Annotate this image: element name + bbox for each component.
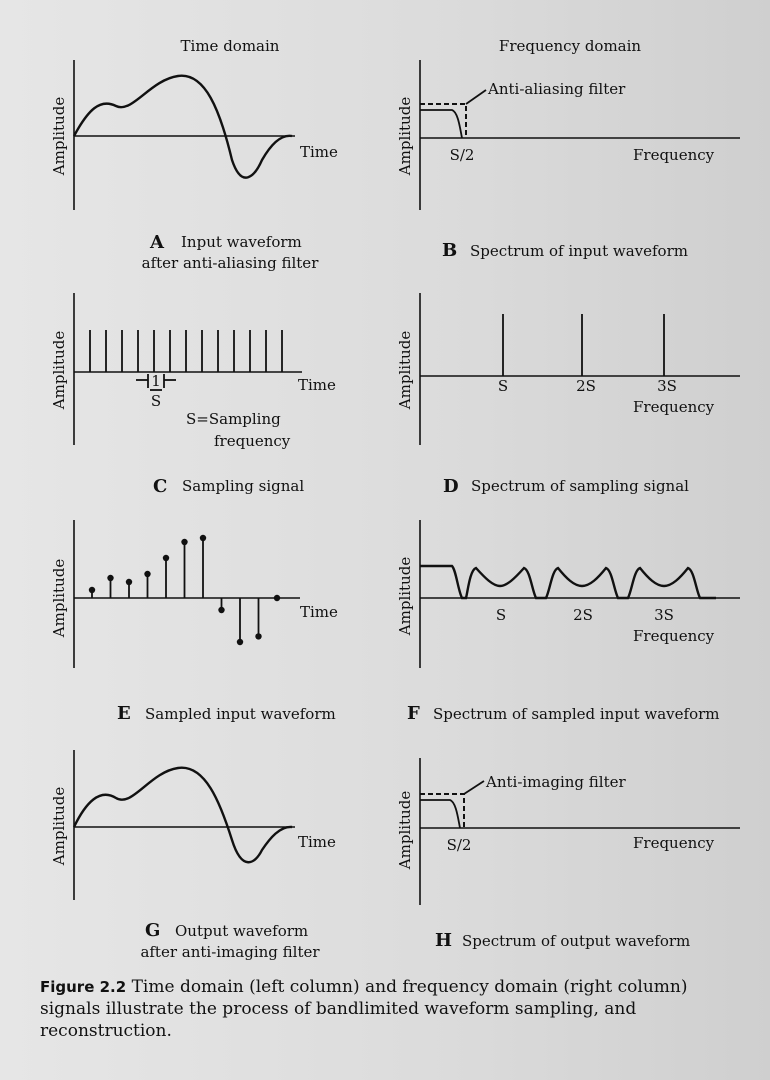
panel-b-y-label: Amplitude [396,97,414,177]
panel-f-tick-2s: 2S [573,606,593,624]
anti-aliasing-label: Anti-aliasing filter [487,80,626,98]
panel-a-caption-line1: Input waveform [181,233,302,251]
panel-c: Amplitude Time 1 S S=Sampling frequency … [50,293,336,497]
sampled-spectrum-images [420,564,716,600]
interval-denominator: S [151,392,161,410]
figure-caption: Figure 2.2 Time domain (left column) and… [40,976,740,1042]
time-domain-header: Time domain [181,37,280,55]
panel-b-caption: Spectrum of input waveform [470,242,688,260]
panel-c-x-label: Time [298,376,336,394]
panel-g: Amplitude Time G Output waveform after a… [50,750,336,961]
panel-g-y-label: Amplitude [50,787,68,867]
panel-f-caption: Spectrum of sampled input waveform [433,705,720,723]
anti-aliasing-pointer [465,89,487,105]
panel-h-x-label: Frequency [633,834,715,852]
panel-e-letter: E [117,703,131,724]
sample-dot [273,594,281,602]
sample-dot [181,538,188,546]
panel-h-caption: Spectrum of output waveform [462,932,690,950]
panel-d-tick-s: S [498,377,508,395]
panel-f-x-label: Frequency [633,627,715,645]
input-waveform [72,74,293,179]
panel-b: Frequency domain Anti-aliasing filter Am… [396,37,740,261]
panel-d-tick-3s: 3S [657,377,677,395]
panel-b-letter: B [442,240,457,261]
figure-caption-text: Time domain (left column) and frequency … [40,977,688,1041]
sample-dot [144,570,151,578]
sample-dot [162,554,170,562]
sampling-definition-line2: frequency [214,432,291,450]
sample-dot [255,633,262,640]
panel-f: Amplitude S 2S 3S Frequency F Spectrum o… [396,520,740,724]
panel-e-y-label: Amplitude [50,559,68,639]
panel-d-letter: D [443,476,459,497]
panel-f-y-label: Amplitude [396,557,414,637]
output-waveform [72,766,293,864]
panel-h-y-label: Amplitude [396,791,414,871]
figure-diagram: Time domain Amplitude Time A Input wavef… [50,37,740,961]
sample-dot [88,586,96,594]
panel-h-s2-marker: S/2 [447,836,472,854]
panel-f-letter: F [407,703,420,724]
anti-imaging-label: Anti-imaging filter [485,773,626,791]
interval-numerator: 1 [151,372,161,390]
sample-dot [199,534,207,542]
panel-h: Anti-imaging filter Amplitude S/2 Freque… [396,758,740,951]
panel-g-x-label: Time [298,833,336,851]
sampled-input-stems [88,534,281,646]
panel-c-letter: C [153,476,167,497]
panel-d-y-label: Amplitude [396,331,414,411]
panel-c-y-label: Amplitude [50,331,68,411]
panel-a: Time domain Amplitude Time A Input wavef… [50,37,338,272]
panel-g-caption-line2: after anti-imaging filter [140,943,320,961]
panel-d-caption: Spectrum of sampling signal [471,477,689,495]
panel-b-s2-marker: S/2 [450,146,475,164]
panel-e-caption: Sampled input waveform [145,705,336,723]
panel-a-caption-line2: after anti-aliasing filter [142,254,320,272]
panel-f-tick-s: S [496,606,506,624]
panel-g-caption-line1: Output waveform [175,922,308,940]
sample-dot [218,606,225,614]
panel-g-letter: G [145,920,160,941]
panel-f-tick-3s: 3S [654,606,674,624]
textbook-page: Time domain Amplitude Time A Input wavef… [0,0,770,1080]
anti-imaging-pointer [463,780,485,795]
panel-d-x-label: Frequency [633,398,715,416]
panel-d-tick-2s: 2S [576,377,596,395]
panel-d: Amplitude S 2S 3S Frequency D Spectrum o… [396,293,740,497]
frequency-domain-header: Frequency domain [499,37,641,55]
sample-dot [236,638,244,646]
panel-h-letter: H [435,930,452,951]
input-spectrum-curve [420,109,463,139]
panel-a-x-label: Time [300,143,338,161]
panel-a-y-label: Amplitude [50,97,68,177]
sampling-definition-line1: S=Sampling [186,410,281,428]
sample-dot [107,574,114,582]
panel-e: Amplitude Time E Sampled input waveform [50,520,338,724]
sample-dot [125,578,133,586]
panel-e-x-label: Time [300,603,338,621]
panel-a-letter: A [149,232,165,253]
output-spectrum-curve [420,799,461,829]
sampling-pulse-train [89,330,283,372]
figure-number: Figure 2.2 [40,978,127,996]
panel-b-x-label: Frequency [633,146,715,164]
panel-c-caption: Sampling signal [182,477,304,495]
